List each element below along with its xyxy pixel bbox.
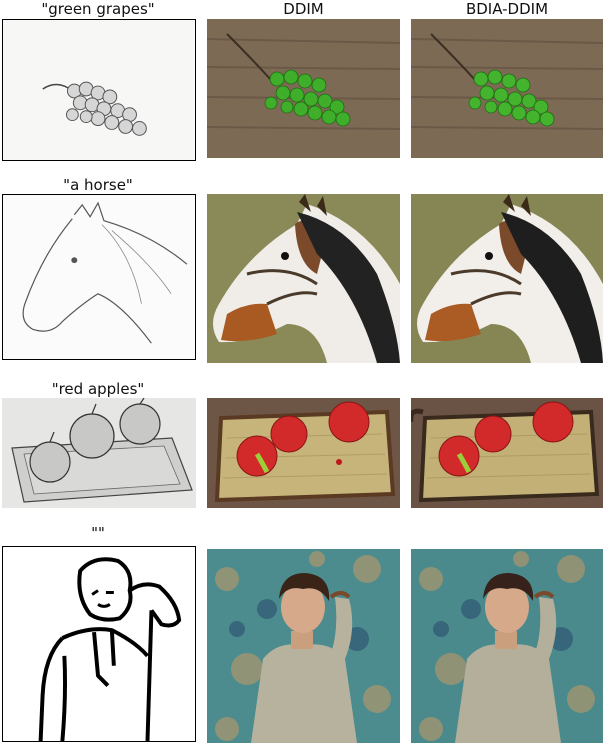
grapes-ddim-image	[207, 19, 400, 158]
man-ddim-image	[207, 549, 400, 743]
horse-bdia-ddim-image	[411, 194, 603, 363]
row3-prompt-label: "red apples"	[51, 380, 145, 398]
row4-prompt-label: ""	[91, 524, 105, 542]
apples-ddim-image	[207, 398, 400, 508]
row1-prompt-label: "green grapes"	[41, 0, 155, 18]
apples-sketch-image	[2, 398, 196, 508]
grapes-bdia-ddim-image	[411, 19, 603, 158]
horse-ddim-image	[207, 194, 400, 363]
row2-prompt-label: "a horse"	[63, 176, 133, 194]
man-outline-sketch-image	[2, 546, 196, 742]
apples-bdia-ddim-image	[411, 398, 603, 508]
ddim-column-header: DDIM	[283, 0, 324, 18]
man-bdia-ddim-image	[411, 549, 603, 743]
grapes-sketch-image	[2, 19, 196, 161]
bdia-ddim-column-header: BDIA-DDIM	[465, 0, 549, 18]
horse-sketch-image	[2, 194, 196, 360]
